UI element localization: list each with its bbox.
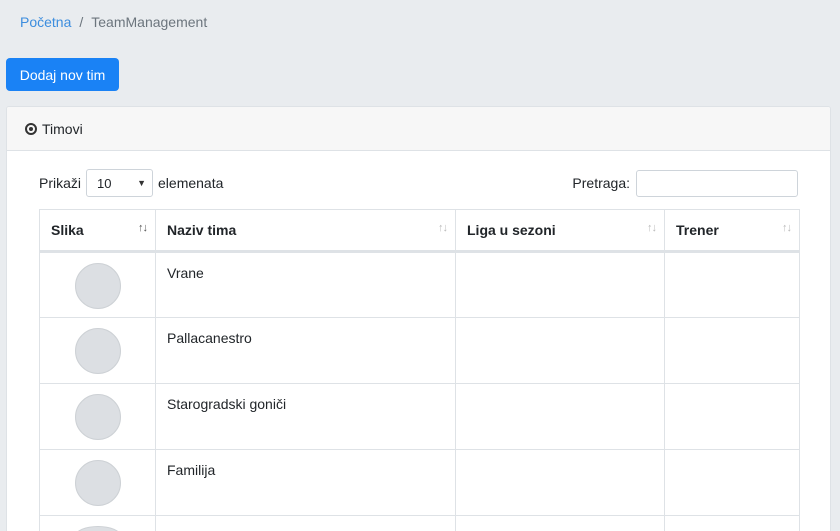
table-row[interactable]: Pallacanestro: [39, 317, 800, 384]
team-league-cell: [455, 515, 665, 531]
team-avatar: [74, 328, 121, 374]
team-name-cell: Starogradski goniči: [155, 383, 456, 450]
column-header-league[interactable]: Liga u sezoni ↑↓: [455, 209, 665, 253]
page-size-value: 10: [97, 175, 112, 191]
team-name-cell: [155, 515, 456, 531]
team-coach-cell: [664, 251, 800, 318]
team-avatar: [74, 526, 121, 531]
teams-table: Slika ↑↓ Naziv tima ↑↓ Liga u sezoni ↑↓ Tre…: [39, 209, 800, 531]
table-row[interactable]: [39, 515, 800, 531]
column-header-coach[interactable]: Trener ↑↓: [664, 209, 800, 253]
add-team-button[interactable]: Dodaj nov tim: [6, 58, 119, 91]
card-header: Timovi: [7, 107, 830, 151]
team-league-cell: [455, 449, 665, 516]
page-length-control: Prikaži 10 ▼ elemenata: [39, 169, 223, 197]
team-coach-cell: [664, 383, 800, 450]
team-name-cell: Vrane: [155, 251, 456, 318]
team-image-cell: [39, 449, 156, 516]
team-image-cell: [39, 317, 156, 384]
team-image-cell: [39, 515, 156, 531]
table-controls: Prikaži 10 ▼ elemenata Pretraga:: [39, 169, 798, 197]
column-header-name[interactable]: Naziv tima ↑↓: [155, 209, 456, 253]
show-suffix-label: elemenata: [158, 175, 224, 191]
column-header-image[interactable]: Slika ↑↓: [39, 209, 156, 253]
team-league-cell: [455, 317, 665, 384]
sort-icon: ↑↓: [438, 222, 448, 234]
search-label: Pretraga:: [572, 175, 630, 191]
sort-icon: ↑↓: [647, 222, 657, 234]
team-league-cell: [455, 383, 665, 450]
team-league-cell: [455, 251, 665, 318]
teams-card: Timovi Prikaži 10 ▼ elemenata Pretraga: …: [6, 106, 831, 531]
sort-icon: ↑↓: [782, 222, 792, 234]
table-row[interactable]: Vrane: [39, 251, 800, 318]
show-prefix-label: Prikaži: [39, 175, 82, 191]
team-coach-cell: [664, 317, 800, 384]
table-row[interactable]: Starogradski goniči: [39, 383, 800, 450]
search-input[interactable]: [636, 169, 798, 197]
team-coach-cell: [664, 515, 800, 531]
card-title: Timovi: [42, 120, 83, 137]
breadcrumb-home-link[interactable]: Početna: [20, 14, 71, 30]
dot-circle-icon: [25, 122, 37, 135]
team-image-cell: [39, 383, 156, 450]
team-name-cell: Pallacanestro: [155, 317, 456, 384]
table-row[interactable]: Familija: [39, 449, 800, 516]
caret-down-icon: ▼: [137, 178, 147, 188]
breadcrumb-separator: /: [79, 14, 84, 30]
team-avatar: [74, 394, 121, 440]
table-header-row: Slika ↑↓ Naziv tima ↑↓ Liga u sezoni ↑↓ Tre…: [39, 209, 800, 253]
team-avatar: [74, 460, 121, 506]
breadcrumb-current: TeamManagement: [91, 14, 208, 30]
team-name-cell: Familija: [155, 449, 456, 516]
team-avatar: [74, 263, 121, 309]
team-coach-cell: [664, 449, 800, 516]
sort-icon: ↑↓: [138, 222, 148, 234]
team-image-cell: [39, 251, 156, 318]
breadcrumb: Početna / TeamManagement: [20, 14, 207, 30]
page-size-select[interactable]: 10 ▼: [86, 169, 154, 197]
search-control: Pretraga:: [572, 169, 798, 197]
